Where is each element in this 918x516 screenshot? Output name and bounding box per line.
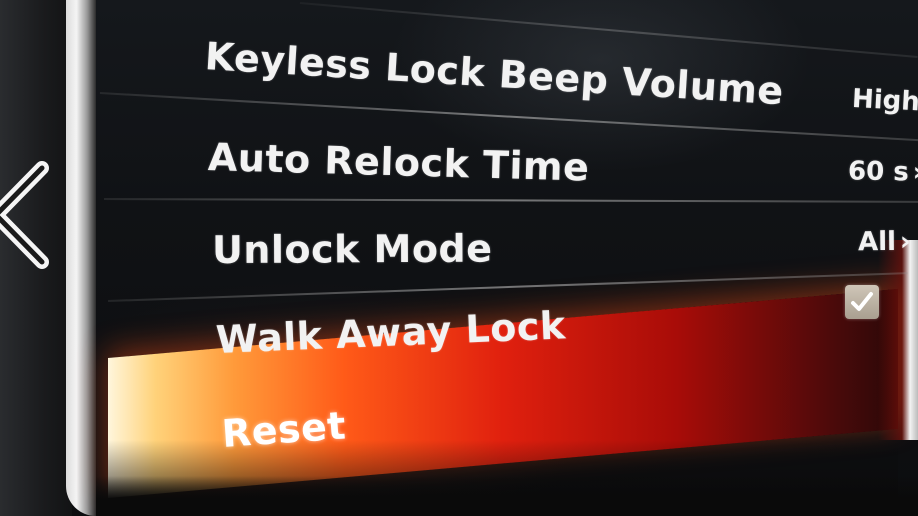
screen-bezel-edge xyxy=(66,0,96,516)
setting-label: Unlock Mode xyxy=(211,226,493,272)
infotainment-screen: Keyless Lock Beep Volume High› Auto Relo… xyxy=(0,0,918,516)
bottom-bezel xyxy=(96,476,918,516)
setting-label: Keyless Lock Beep Volume xyxy=(203,34,786,114)
setting-label: Reset xyxy=(220,403,348,456)
setting-value: All › xyxy=(858,227,911,257)
setting-value: High› xyxy=(851,84,918,118)
setting-label: Auto Relock Time xyxy=(207,135,590,190)
right-bezel-edge xyxy=(878,240,918,440)
row-divider xyxy=(103,198,918,203)
walk-away-lock-checkbox[interactable] xyxy=(845,285,879,319)
chevron-right-icon: › xyxy=(899,226,911,257)
setting-value: 60 s › xyxy=(848,156,918,187)
chevron-right-icon: › xyxy=(912,157,918,188)
setting-value-text: All xyxy=(857,226,897,258)
setting-value-text: 60 s xyxy=(847,156,909,188)
checkmark-icon xyxy=(851,292,873,311)
row-divider xyxy=(99,92,918,142)
back-chevron-icon[interactable] xyxy=(0,160,72,270)
setting-value-text: High xyxy=(851,83,918,118)
